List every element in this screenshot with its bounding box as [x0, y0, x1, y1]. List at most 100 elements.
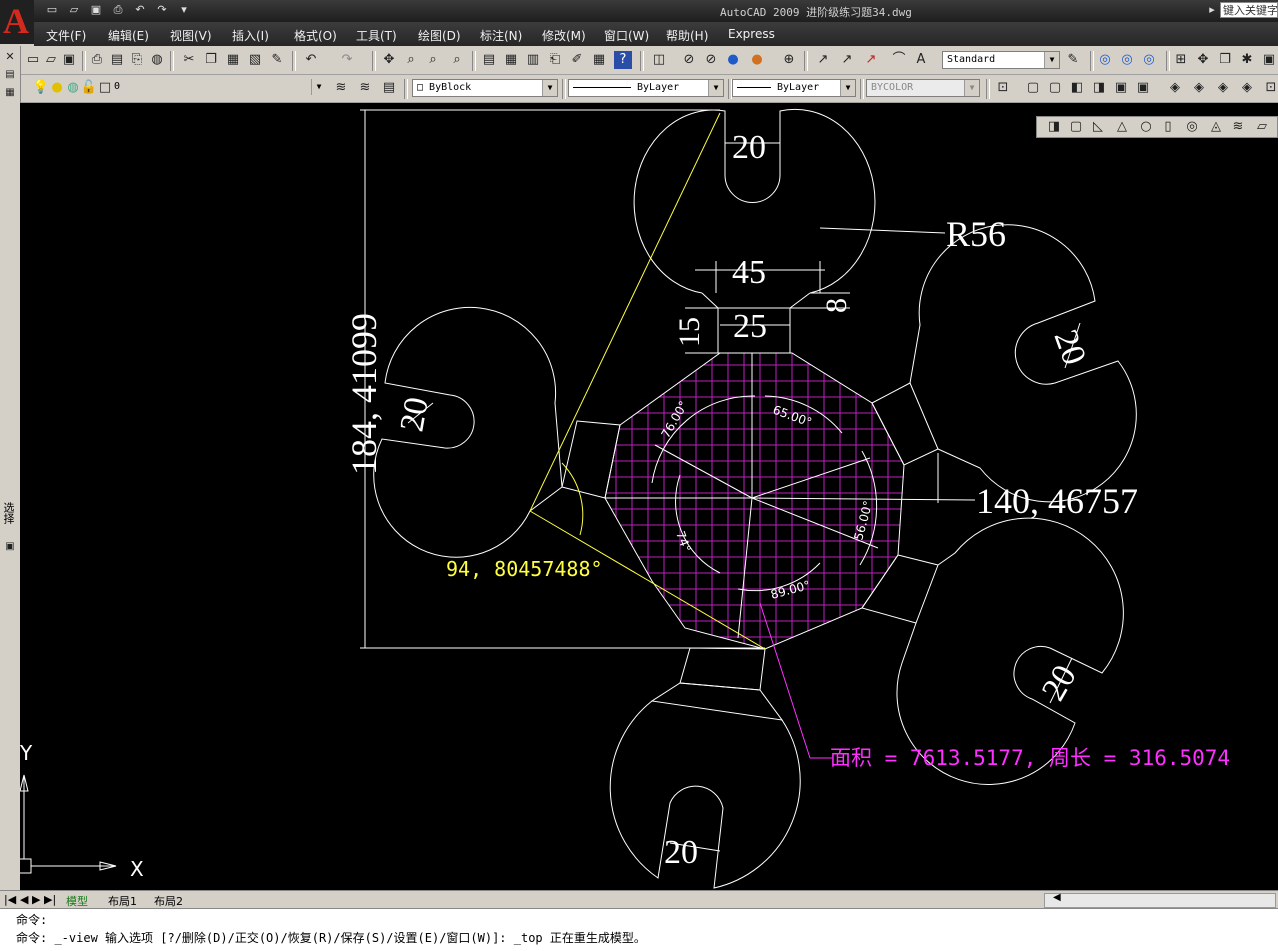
paste-icon[interactable]: ▦: [224, 51, 242, 69]
cylinder-icon[interactable]: ▯: [1159, 118, 1177, 136]
top-view-icon[interactable]: ▢: [1024, 79, 1042, 97]
copy-3d-icon[interactable]: ❐: [1216, 51, 1234, 69]
bottom-view-icon[interactable]: ▢: [1046, 79, 1064, 97]
paste-block-icon[interactable]: ▧: [246, 51, 264, 69]
undo-icon[interactable]: ↶: [132, 3, 148, 17]
torus-icon[interactable]: ◎: [1183, 118, 1201, 136]
cone-icon[interactable]: △: [1113, 118, 1131, 136]
open-file-icon[interactable]: ▱: [66, 3, 82, 17]
cut-icon[interactable]: ✂: [180, 51, 198, 69]
quick-select-icon[interactable]: ▣: [1, 538, 19, 556]
box-icon[interactable]: ▢: [1067, 118, 1085, 136]
menu-window[interactable]: 窗口(W): [604, 27, 649, 44]
dropdown-icon[interactable]: ▾: [176, 3, 192, 17]
menu-view[interactable]: 视图(V): [170, 27, 212, 44]
ne-iso-icon[interactable]: ◈: [1214, 79, 1232, 97]
bottom-wrench[interactable]: [609, 647, 801, 889]
view-manager-icon[interactable]: ⊡: [994, 79, 1012, 97]
layer-manager-icon[interactable]: ≋: [332, 79, 350, 97]
pyramid-icon[interactable]: ◬: [1207, 118, 1225, 136]
plot-preview-icon[interactable]: ▤: [108, 51, 126, 69]
back-view-icon[interactable]: ▣: [1134, 79, 1152, 97]
shade-icon[interactable]: ⊘: [702, 51, 720, 69]
menu-tools[interactable]: 工具(T): [356, 27, 397, 44]
polyline-icon[interactable]: ↗: [814, 51, 832, 69]
menu-insert[interactable]: 插入(I): [232, 27, 269, 44]
help-icon[interactable]: ?: [614, 51, 632, 69]
close-icon[interactable]: ✕: [1, 48, 19, 66]
lineweight-select[interactable]: ByLayer ▼: [732, 79, 856, 97]
markup-icon[interactable]: ✐: [568, 51, 586, 69]
menu-file[interactable]: 文件(F): [46, 27, 86, 44]
properties-panel-icon[interactable]: ▤: [1, 66, 19, 84]
dim-style-icon[interactable]: ✎: [1064, 51, 1082, 69]
right-lower-wrench[interactable]: [861, 517, 1124, 785]
zoom-window-icon[interactable]: ⌕: [424, 51, 442, 69]
tab-layout2[interactable]: 布局2: [154, 893, 183, 909]
text-style-select[interactable]: Standard ▼: [942, 51, 1060, 69]
menu-edit[interactable]: 编辑(E): [108, 27, 149, 44]
sheet-set-icon[interactable]: ⎗: [546, 51, 564, 69]
materials-icon[interactable]: ●: [748, 51, 766, 69]
arc-icon[interactable]: ⌒: [890, 51, 908, 69]
spline-icon[interactable]: ↗: [838, 51, 856, 69]
tab-layout1[interactable]: 布局1: [108, 893, 137, 909]
right-upper-wrench[interactable]: [871, 224, 1137, 503]
scroll-left-icon[interactable]: ◀: [1053, 892, 1061, 903]
panel-menu-icon[interactable]: ▦: [1, 84, 19, 102]
redo-icon[interactable]: ↷: [154, 3, 170, 17]
copy-icon[interactable]: ❐: [202, 51, 220, 69]
polysolid-icon[interactable]: ◨: [1045, 118, 1063, 136]
render-icon[interactable]: ●: [724, 51, 742, 69]
plot-icon[interactable]: ⎙: [88, 51, 106, 69]
calculator-icon[interactable]: ▦: [590, 51, 608, 69]
wedge-icon[interactable]: ◺: [1089, 118, 1107, 136]
menu-draw[interactable]: 绘图(D): [418, 27, 461, 44]
redo-icon[interactable]: ↷: [338, 51, 356, 69]
front-view-icon[interactable]: ▣: [1112, 79, 1130, 97]
erase-point-icon[interactable]: ↗: [862, 51, 880, 69]
sw-iso-icon[interactable]: ◈: [1166, 79, 1184, 97]
search-input[interactable]: 键入关键字: [1220, 2, 1278, 18]
save-icon[interactable]: ▣: [88, 3, 104, 17]
nav-first-icon[interactable]: |◀: [4, 893, 16, 906]
tab-model[interactable]: 模型: [66, 893, 88, 909]
color-select[interactable]: □ ByBlock ▼: [412, 79, 558, 97]
zoom-realtime-icon[interactable]: ⌕: [402, 51, 420, 69]
left-view-icon[interactable]: ◧: [1068, 79, 1086, 97]
layer-select[interactable]: 0 ▼: [110, 79, 326, 97]
hide-icon[interactable]: ⊘: [680, 51, 698, 69]
publish-icon[interactable]: ⎘: [128, 51, 146, 69]
menu-format[interactable]: 格式(O): [294, 27, 337, 44]
intersect-icon[interactable]: ◎: [1140, 51, 1158, 69]
menu-help[interactable]: 帮助(H): [666, 27, 708, 44]
drawing-canvas[interactable]: 20 R56 45 8 15 25 20 20 20 20 184, 41099…: [20, 103, 1278, 890]
properties-icon[interactable]: ▤: [480, 51, 498, 69]
pan-icon[interactable]: ✥: [380, 51, 398, 69]
move-3d-icon[interactable]: ✥: [1194, 51, 1212, 69]
tool-extra-icon[interactable]: ▣: [1260, 51, 1278, 69]
helix-icon[interactable]: ≋: [1229, 118, 1247, 136]
print-icon[interactable]: ⎙: [110, 3, 126, 17]
union-icon[interactable]: ◎: [1096, 51, 1114, 69]
linetype-select[interactable]: ByLayer ▼: [568, 79, 724, 97]
expand-arrow-icon[interactable]: ▸: [1204, 3, 1220, 17]
layer-previous-icon[interactable]: ≋: [356, 79, 374, 97]
explode-icon[interactable]: ✱: [1238, 51, 1256, 69]
dim-text-icon[interactable]: A: [912, 51, 930, 69]
planar-surface-icon[interactable]: ▱: [1253, 118, 1271, 136]
align-icon[interactable]: ⊞: [1172, 51, 1190, 69]
subtract-icon[interactable]: ◎: [1118, 51, 1136, 69]
menu-express[interactable]: Express: [728, 27, 775, 41]
menu-modify[interactable]: 修改(M): [542, 27, 586, 44]
match-properties-icon[interactable]: ✎: [268, 51, 286, 69]
right-view-icon[interactable]: ◨: [1090, 79, 1108, 97]
se-iso-icon[interactable]: ◈: [1190, 79, 1208, 97]
nav-next-icon[interactable]: ▶: [32, 893, 40, 906]
nw-iso-icon[interactable]: ◈: [1238, 79, 1256, 97]
zoom-previous-icon[interactable]: ⌕: [448, 51, 466, 69]
new-file-icon[interactable]: ▭: [44, 3, 60, 17]
horizontal-scrollbar[interactable]: ◀: [1044, 892, 1276, 908]
open-icon[interactable]: ▱: [42, 51, 60, 69]
3d-dwf-icon[interactable]: ◍: [148, 51, 166, 69]
